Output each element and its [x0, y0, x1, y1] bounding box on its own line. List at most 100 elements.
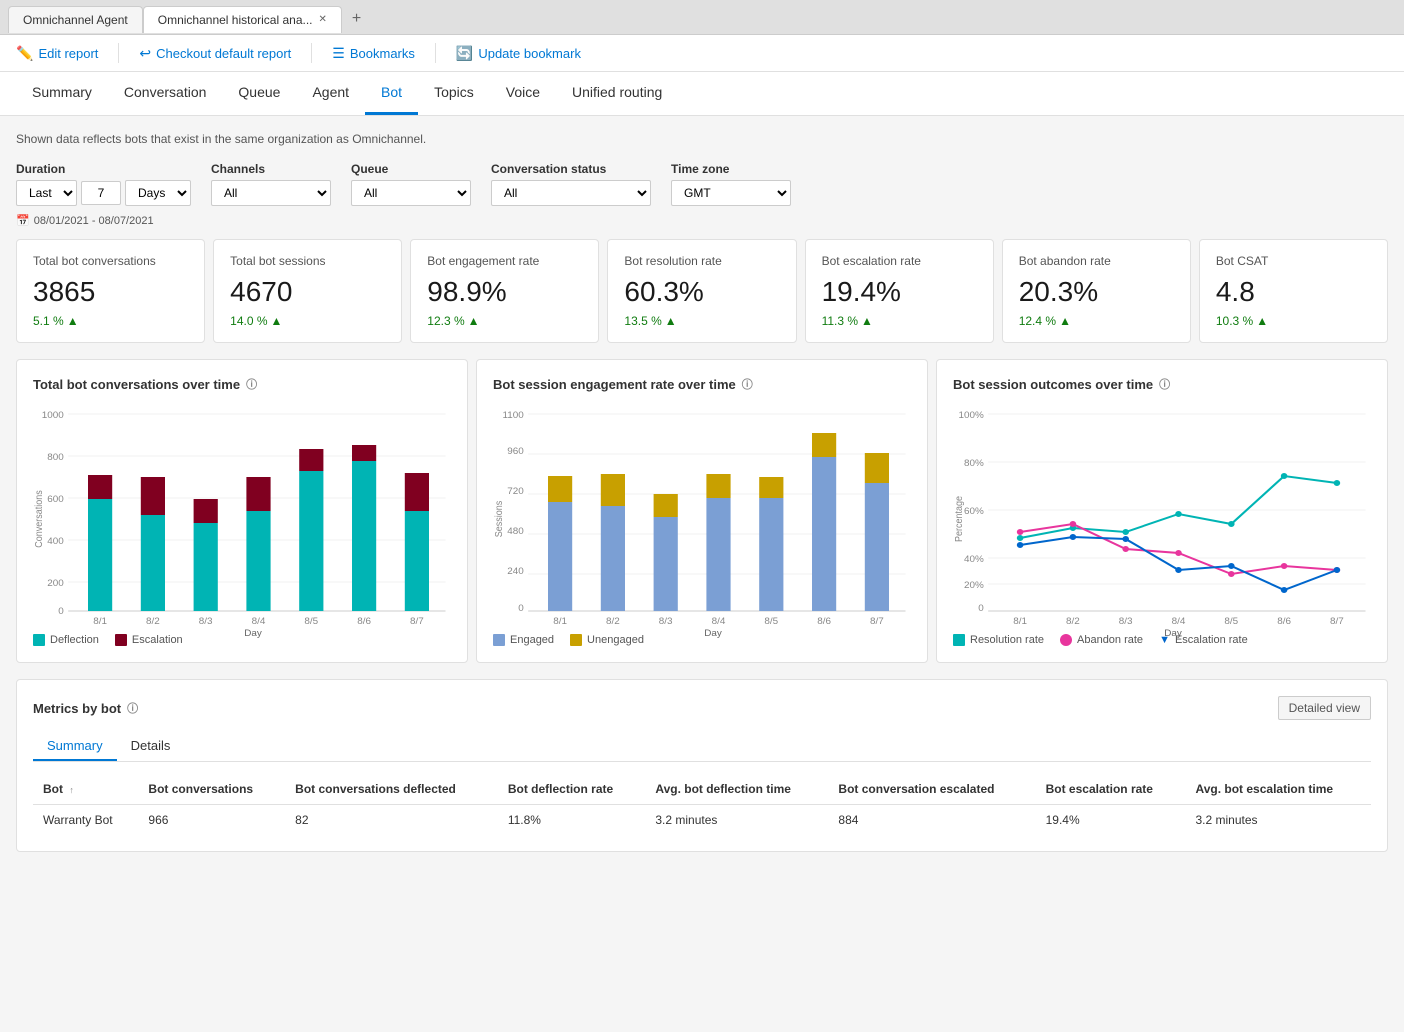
duration-filter: Duration Last Days: [16, 162, 191, 206]
trend-up-icon: ▲: [665, 314, 677, 328]
date-range-text: 08/01/2021 - 08/07/2021: [34, 215, 154, 227]
sub-tab-summary[interactable]: Summary: [33, 732, 117, 761]
tab-omnichannel-historical[interactable]: Omnichannel historical ana... ✕: [143, 6, 342, 33]
kpi-bot-escalation-rate: Bot escalation rate 19.4% 11.3 % ▲: [805, 239, 994, 343]
chart-title: Total bot conversations over time ⓘ: [33, 376, 451, 392]
kpi-title: Bot resolution rate: [624, 254, 779, 268]
detailed-view-button[interactable]: Detailed view: [1278, 696, 1371, 720]
svg-text:8/6: 8/6: [357, 616, 371, 626]
chart-legend: Engaged Unengaged: [493, 634, 911, 646]
svg-text:0: 0: [518, 603, 524, 613]
duration-value-input[interactable]: [81, 181, 121, 205]
edit-icon: ✏️: [16, 45, 33, 62]
conversation-status-select[interactable]: All: [491, 180, 651, 206]
svg-text:20%: 20%: [964, 580, 984, 590]
svg-text:Day: Day: [1164, 628, 1182, 638]
new-tab-button[interactable]: +: [342, 4, 371, 34]
svg-text:480: 480: [507, 526, 524, 536]
table-row: Warranty Bot 966 82 11.8% 3.2 minutes 88…: [33, 805, 1371, 836]
svg-text:Sessions: Sessions: [493, 500, 505, 537]
bar-chart-svg: 1000 800 600 400 200 0 Conversations: [33, 404, 451, 624]
update-bookmark-button[interactable]: 🔄 Update bookmark: [456, 45, 581, 62]
svg-text:Conversations: Conversations: [33, 490, 45, 548]
svg-text:0: 0: [58, 606, 64, 616]
svg-text:8/5: 8/5: [764, 616, 778, 626]
col-bot[interactable]: Bot ↑: [33, 774, 138, 805]
chart-area: 1000 800 600 400 200 0 Conversations: [33, 404, 451, 624]
tab-agent[interactable]: Agent: [296, 72, 365, 115]
col-avg-deflection-time[interactable]: Avg. bot deflection time: [645, 774, 828, 805]
tab-voice[interactable]: Voice: [490, 72, 556, 115]
col-escalation-rate[interactable]: Bot escalation rate: [1036, 774, 1186, 805]
chart-area: 1100 960 720 480 240 0 Sessions: [493, 404, 911, 624]
kpi-value: 20.3%: [1019, 276, 1174, 308]
svg-text:8/3: 8/3: [659, 616, 673, 626]
close-icon[interactable]: ✕: [319, 14, 327, 25]
info-icon[interactable]: ⓘ: [127, 700, 138, 716]
cell-avg-escalation-time: 3.2 minutes: [1185, 805, 1371, 836]
svg-text:8/4: 8/4: [252, 616, 266, 626]
svg-text:600: 600: [47, 494, 64, 504]
queue-select[interactable]: All: [351, 180, 471, 206]
svg-text:8/2: 8/2: [1066, 616, 1080, 626]
tab-unified-routing[interactable]: Unified routing: [556, 72, 678, 115]
trend-up-icon: ▲: [271, 314, 283, 328]
sub-tab-details[interactable]: Details: [117, 732, 185, 761]
tab-conversation[interactable]: Conversation: [108, 72, 223, 115]
col-escalated[interactable]: Bot conversation escalated: [828, 774, 1035, 805]
tab-bot[interactable]: Bot: [365, 72, 418, 115]
chart-outcomes: Bot session outcomes over time ⓘ 100% 80…: [936, 359, 1388, 663]
svg-text:8/4: 8/4: [712, 616, 726, 626]
info-icon[interactable]: ⓘ: [742, 376, 753, 392]
col-deflection-rate[interactable]: Bot deflection rate: [498, 774, 646, 805]
checkout-report-label: Checkout default report: [156, 46, 291, 61]
col-bot-conversations[interactable]: Bot conversations: [138, 774, 285, 805]
svg-text:8/2: 8/2: [146, 616, 160, 626]
filters-section: Duration Last Days Channels All Queue Al…: [16, 162, 1388, 206]
legend-engaged: Engaged: [493, 634, 554, 646]
checkout-report-button[interactable]: ↩ Checkout default report: [139, 45, 291, 62]
chart-area: 100% 80% 60% 40% 20% 0 Percentage: [953, 404, 1371, 624]
refresh-icon: 🔄: [456, 45, 473, 62]
duration-type-select[interactable]: Last: [16, 180, 77, 206]
channels-label: Channels: [211, 162, 331, 176]
svg-text:8/6: 8/6: [817, 616, 831, 626]
legend-color: [115, 634, 127, 646]
duration-unit-select[interactable]: Days: [125, 180, 191, 206]
separator: [118, 43, 119, 63]
kpi-bot-csat: Bot CSAT 4.8 10.3 % ▲: [1199, 239, 1388, 343]
date-range: 📅 08/01/2021 - 08/07/2021: [16, 214, 1388, 227]
channels-select[interactable]: All: [211, 180, 331, 206]
tab-queue[interactable]: Queue: [222, 72, 296, 115]
kpi-value: 4.8: [1216, 276, 1371, 308]
info-icon[interactable]: ⓘ: [1159, 376, 1170, 392]
kpi-title: Bot escalation rate: [822, 254, 977, 268]
checkout-icon: ↩: [139, 45, 151, 62]
cell-deflected: 82: [285, 805, 498, 836]
queue-label: Queue: [351, 162, 471, 176]
svg-text:1100: 1100: [503, 410, 524, 420]
svg-text:60%: 60%: [964, 506, 984, 516]
svg-text:960: 960: [507, 446, 524, 456]
svg-text:40%: 40%: [964, 554, 984, 564]
timezone-select[interactable]: GMT: [671, 180, 791, 206]
svg-text:200: 200: [47, 578, 64, 588]
col-deflected[interactable]: Bot conversations deflected: [285, 774, 498, 805]
chart-legend: Resolution rate Abandon rate ▼ Escalatio…: [953, 634, 1371, 646]
info-icon[interactable]: ⓘ: [246, 376, 257, 392]
cell-escalated: 884: [828, 805, 1035, 836]
legend-resolution: Resolution rate: [953, 634, 1044, 646]
svg-text:80%: 80%: [964, 458, 984, 468]
cell-avg-deflection-time: 3.2 minutes: [645, 805, 828, 836]
bookmarks-button[interactable]: ☰ Bookmarks: [332, 45, 415, 62]
tab-label: Omnichannel Agent: [23, 13, 128, 27]
col-avg-escalation-time[interactable]: Avg. bot escalation time: [1185, 774, 1371, 805]
kpi-total-bot-conversations: Total bot conversations 3865 5.1 % ▲: [16, 239, 205, 343]
legend-unengaged: Unengaged: [570, 634, 644, 646]
tab-topics[interactable]: Topics: [418, 72, 490, 115]
charts-row: Total bot conversations over time ⓘ 1000…: [16, 359, 1388, 663]
cell-deflection-rate: 11.8%: [498, 805, 646, 836]
tab-omnichannel-agent[interactable]: Omnichannel Agent: [8, 6, 143, 33]
tab-summary[interactable]: Summary: [16, 72, 108, 115]
edit-report-button[interactable]: ✏️ Edit report: [16, 45, 98, 62]
